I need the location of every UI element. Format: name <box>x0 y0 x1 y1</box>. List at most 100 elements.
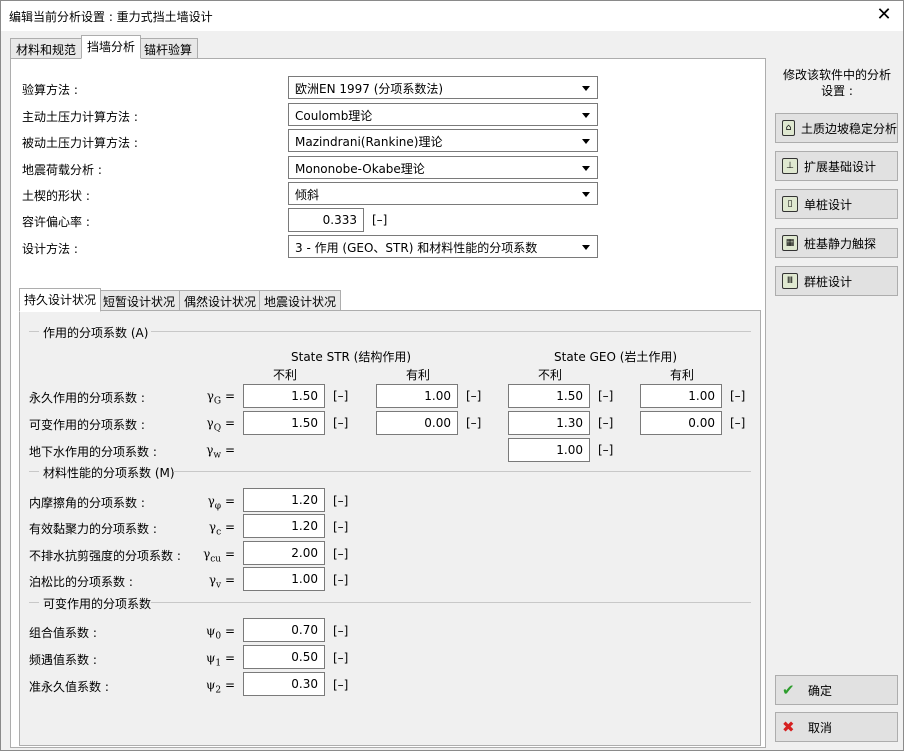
geo-unfav-permanent-input[interactable]: 1.50 <box>508 384 590 408</box>
psi-1-symbol: ψ1 = <box>205 651 235 669</box>
pile-group-button[interactable]: Ⅲ 群桩设计 <box>775 266 898 296</box>
chevron-down-icon <box>582 113 590 118</box>
geo-unfav-variable-input[interactable]: 1.30 <box>508 411 590 435</box>
close-icon[interactable]: ✕ <box>873 4 895 25</box>
window-title: 编辑当前分析设置 : 重力式挡土墙设计 <box>9 10 213 24</box>
geo-unfav-header: 不利 <box>538 368 563 382</box>
unit-label: [–] <box>333 624 349 638</box>
ok-button[interactable]: ✔ 确定 <box>775 675 898 705</box>
combination-value-label: 组合值系数 : <box>29 626 97 640</box>
geo-fav-variable-input[interactable]: 0.00 <box>640 411 722 435</box>
eccentricity-unit: [–] <box>372 213 388 227</box>
tab-materials[interactable]: 材料和规范 <box>10 38 83 59</box>
checkmark-icon: ✔ <box>782 681 795 699</box>
unit-label: [–] <box>333 573 349 587</box>
footing-icon: ⊥ <box>782 158 798 174</box>
str-unfav-permanent-input[interactable]: 1.50 <box>243 384 325 408</box>
str-fav-header: 有利 <box>406 368 431 382</box>
verification-method-select[interactable]: 欧洲EN 1997 (分项系数法) <box>288 76 598 99</box>
gamma-w-symbol: γw = <box>206 443 235 461</box>
str-unfav-header: 不利 <box>273 368 298 382</box>
unit-label: [–] <box>730 416 746 430</box>
unit-label: [–] <box>333 494 349 508</box>
combination-value-input[interactable]: 0.70 <box>243 618 325 642</box>
pile-icon: ▯ <box>782 196 798 212</box>
str-header: State STR (结构作用) <box>291 350 412 364</box>
slope-stability-button[interactable]: ⌂ 土质边坡稳定分析 <box>775 113 898 143</box>
passive-pressure-select[interactable]: Mazindrani(Rankine)理论 <box>288 129 598 152</box>
cancel-button[interactable]: ✖ 取消 <box>775 712 898 742</box>
geo-header: State GEO (岩土作用) <box>554 350 678 364</box>
passive-pressure-label: 被动土压力计算方法 : <box>22 136 138 150</box>
verification-method-label: 验算方法 : <box>22 83 78 97</box>
cpt-icon: ▦ <box>782 235 798 251</box>
tab-persistent[interactable]: 持久设计状况 <box>19 288 102 312</box>
quasi-permanent-label: 准永久值系数 : <box>29 680 109 694</box>
tab-wall-analysis[interactable]: 挡墙分析 <box>81 35 142 59</box>
chevron-down-icon <box>582 166 590 171</box>
str-fav-permanent-input[interactable]: 1.00 <box>376 384 458 408</box>
str-unfav-variable-input[interactable]: 1.50 <box>243 411 325 435</box>
chevron-down-icon <box>582 245 590 250</box>
eccentricity-input[interactable]: 0.333 <box>288 208 364 232</box>
active-pressure-label: 主动土压力计算方法 : <box>22 110 138 124</box>
sidebar-note: 修改该软件中的分析设置 : <box>782 68 891 98</box>
cohesion-label: 有效黏聚力的分项系数 : <box>29 522 157 536</box>
geo-groundwater-input[interactable]: 1.00 <box>508 438 590 462</box>
design-method-select[interactable]: 3 - 作用 (GEO、STR) 和材料性能的分项系数 <box>288 235 598 258</box>
friction-angle-input[interactable]: 1.20 <box>243 488 325 512</box>
friction-angle-label: 内摩擦角的分项系数 : <box>29 496 145 510</box>
psi-0-symbol: ψ0 = <box>205 624 235 642</box>
pile-cpt-button[interactable]: ▦ 桩基静力触探 <box>775 228 898 258</box>
seismic-label: 地震荷载分析 : <box>22 163 102 177</box>
undrained-shear-input[interactable]: 2.00 <box>243 541 325 565</box>
title-bar: 编辑当前分析设置 : 重力式挡土墙设计 ✕ <box>1 1 903 31</box>
material-section-title: 材料性能的分项系数 (M) <box>43 466 175 480</box>
chevron-down-icon <box>582 86 590 91</box>
geo-fav-permanent-input[interactable]: 1.00 <box>640 384 722 408</box>
wedge-shape-select[interactable]: 倾斜 <box>288 182 598 205</box>
tab-accidental[interactable]: 偶然设计状况 <box>179 290 262 311</box>
psi-2-symbol: ψ2 = <box>205 678 235 696</box>
spread-footing-button[interactable]: ⊥ 扩展基础设计 <box>775 151 898 181</box>
cohesion-input[interactable]: 1.20 <box>243 514 325 538</box>
gamma-c-symbol: γc = <box>208 520 235 538</box>
poisson-label: 泊松比的分项系数 : <box>29 575 133 589</box>
gamma-phi-symbol: γφ = <box>207 494 235 512</box>
tab-anchor-check[interactable]: 锚杆验算 <box>138 38 199 59</box>
slope-icon: ⌂ <box>782 120 795 136</box>
unit-label: [–] <box>333 520 349 534</box>
tab-seismic[interactable]: 地震设计状况 <box>259 290 342 311</box>
poisson-input[interactable]: 1.00 <box>243 567 325 591</box>
eccentricity-label: 容许偏心率 : <box>22 215 90 229</box>
unit-label: [–] <box>466 416 482 430</box>
divider <box>29 471 39 472</box>
unit-label: [–] <box>598 389 614 403</box>
gamma-q-symbol: γQ = <box>206 416 235 434</box>
unit-label: [–] <box>333 678 349 692</box>
chevron-down-icon <box>582 139 590 144</box>
frequent-value-label: 频遇值系数 : <box>29 653 97 667</box>
unit-label: [–] <box>333 389 349 403</box>
wedge-shape-label: 土楔的形状 : <box>22 189 90 203</box>
seismic-select[interactable]: Mononobe-Okabe理论 <box>288 156 598 179</box>
gamma-cu-symbol: γcu = <box>203 547 235 565</box>
divider <box>29 331 39 332</box>
pile-group-icon: Ⅲ <box>782 273 798 289</box>
unit-label: [–] <box>466 389 482 403</box>
chevron-down-icon <box>582 192 590 197</box>
divider <box>151 331 751 332</box>
single-pile-button[interactable]: ▯ 单桩设计 <box>775 189 898 219</box>
gamma-v-symbol: γv = <box>208 573 235 591</box>
unit-label: [–] <box>333 416 349 430</box>
str-fav-variable-input[interactable]: 0.00 <box>376 411 458 435</box>
active-pressure-select[interactable]: Coulomb理论 <box>288 103 598 126</box>
divider <box>29 602 39 603</box>
permanent-action-label: 永久作用的分项系数 : <box>29 391 145 405</box>
tab-transient[interactable]: 短暂设计状况 <box>98 290 181 311</box>
geo-fav-header: 有利 <box>670 368 695 382</box>
cross-icon: ✖ <box>782 718 795 736</box>
unit-label: [–] <box>730 389 746 403</box>
quasi-permanent-input[interactable]: 0.30 <box>243 672 325 696</box>
frequent-value-input[interactable]: 0.50 <box>243 645 325 669</box>
